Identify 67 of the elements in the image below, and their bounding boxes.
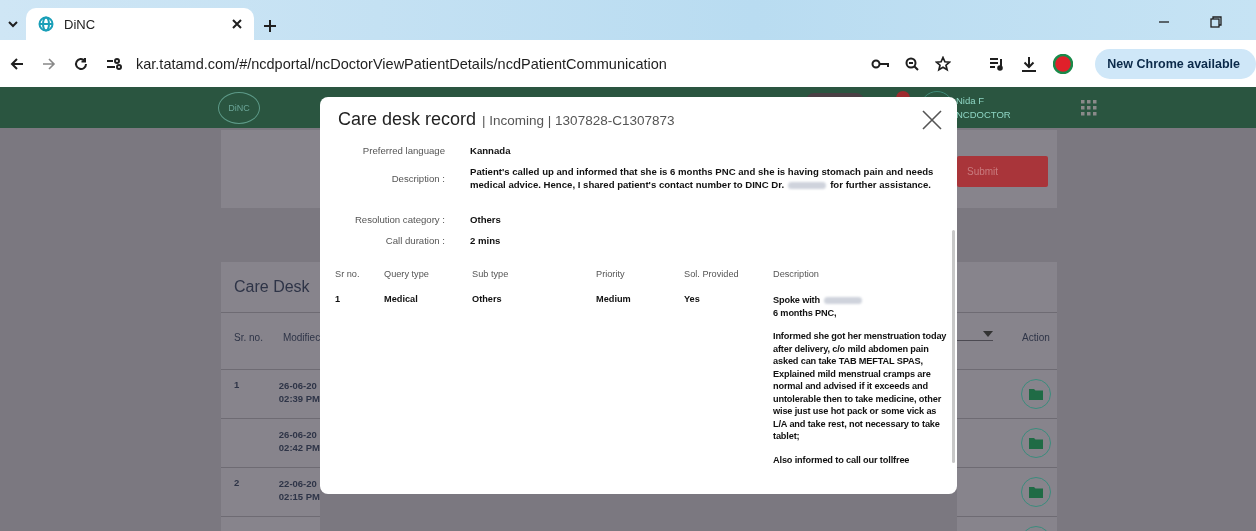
description-text: Spoke with (773, 295, 820, 305)
column-header: Sub type (472, 269, 510, 281)
redacted-text (824, 297, 862, 305)
column-header: Priority (596, 269, 626, 281)
back-icon[interactable] (10, 56, 24, 71)
table-cell-text: 26-06-20 (278, 379, 318, 392)
caret-icon (983, 330, 993, 337)
field-label: Call duration : (384, 235, 445, 246)
modal-subtitle: | Incoming | 1307828-C1307873 (482, 113, 675, 128)
user-role: NCDOCTOR (956, 107, 1011, 122)
folder-icon (1029, 486, 1043, 498)
table-cell-text: Others (472, 294, 503, 306)
table-cell-text: Medium (596, 294, 632, 306)
table-cell: 02:42 PM (278, 441, 320, 454)
tab-list-icon[interactable] (8, 21, 18, 28)
field-value: Kannada (470, 144, 512, 157)
redacted-text (788, 181, 827, 189)
folder-icon (1029, 437, 1043, 449)
column-header: Description (773, 269, 820, 281)
description-text: Also informed to call our tollfree (773, 453, 911, 466)
star-icon[interactable] (935, 55, 952, 72)
column-header: Sr no. (335, 269, 361, 281)
close-button[interactable] (922, 109, 942, 130)
key-icon[interactable] (871, 57, 890, 70)
address-bar[interactable]: kar.tatamd.com/#/ncdportal/ncDoctorViewPatientDetails/ncdPatientCommunication (136, 55, 667, 72)
media-control-icon[interactable] (989, 56, 1006, 71)
profile-icon[interactable] (1053, 53, 1074, 74)
column-header: Sol. Provided (684, 269, 740, 281)
zoom-icon[interactable] (905, 56, 920, 71)
forward-icon[interactable] (42, 56, 56, 71)
field-value: Patient's called up and informed that she is 6 months PNC and she is having stomach pain and needs medical advice. Hence, I shared patient's contact number to DINC Dr. for further assistance. (470, 165, 935, 191)
table-cell-text: Yes (684, 294, 701, 306)
tab-title: DiNC (64, 16, 97, 32)
table-cell-text: 26-06-20 (278, 428, 318, 441)
table-cell-text: 1 (335, 294, 342, 306)
field-value: Others (470, 213, 502, 226)
table-cell: 2 (234, 477, 240, 488)
field-value: 2 mins (470, 234, 502, 247)
field-label: Resolution category : (353, 214, 445, 225)
column-header: Query type (384, 269, 430, 281)
table-cell: 02:39 PM (278, 392, 320, 405)
field-label: Description : (390, 172, 445, 184)
reload-icon[interactable] (74, 56, 88, 71)
column-header: Sr. no. (234, 332, 263, 345)
restore-icon[interactable] (1210, 16, 1222, 28)
field-label: Preferred language (361, 145, 445, 156)
folder-icon (1029, 388, 1043, 400)
description-text: 6 months PNC, (773, 306, 838, 319)
close-icon[interactable] (232, 19, 242, 29)
site-settings-icon[interactable] (106, 56, 122, 71)
new-tab-icon[interactable] (264, 20, 276, 32)
column-header: Action (1022, 332, 1050, 343)
apps-grid-icon[interactable] (1080, 99, 1097, 116)
globe-icon (38, 16, 54, 32)
table-cell-text: 22-06-20 (278, 477, 318, 490)
column-header: Modifiec (282, 332, 321, 345)
browser-tab[interactable]: DiNC (26, 8, 254, 40)
download-icon[interactable] (1021, 55, 1038, 72)
user-name: Nida F (956, 93, 985, 108)
table-cell: 02:15 PM (278, 490, 320, 503)
description-text: Informed she got her menstruation today after delivery, c/o mild abdomen pain asked can take TAB MEFTAL SPAS, Explained mild menstrual cramps are normal and advised if it exceeds and untolerable then to take medicine, other wise just use hot pack or some vick as L/A and take rest, not necessary to take tablet; (773, 330, 948, 443)
close-icon (922, 109, 942, 130)
table-cell-text: Medical (384, 294, 419, 306)
update-button[interactable]: New Chrome available (1095, 48, 1256, 79)
scrollbar[interactable] (952, 230, 955, 463)
modal-title: Care desk record (338, 109, 477, 130)
table-cell: 1 (234, 379, 240, 390)
